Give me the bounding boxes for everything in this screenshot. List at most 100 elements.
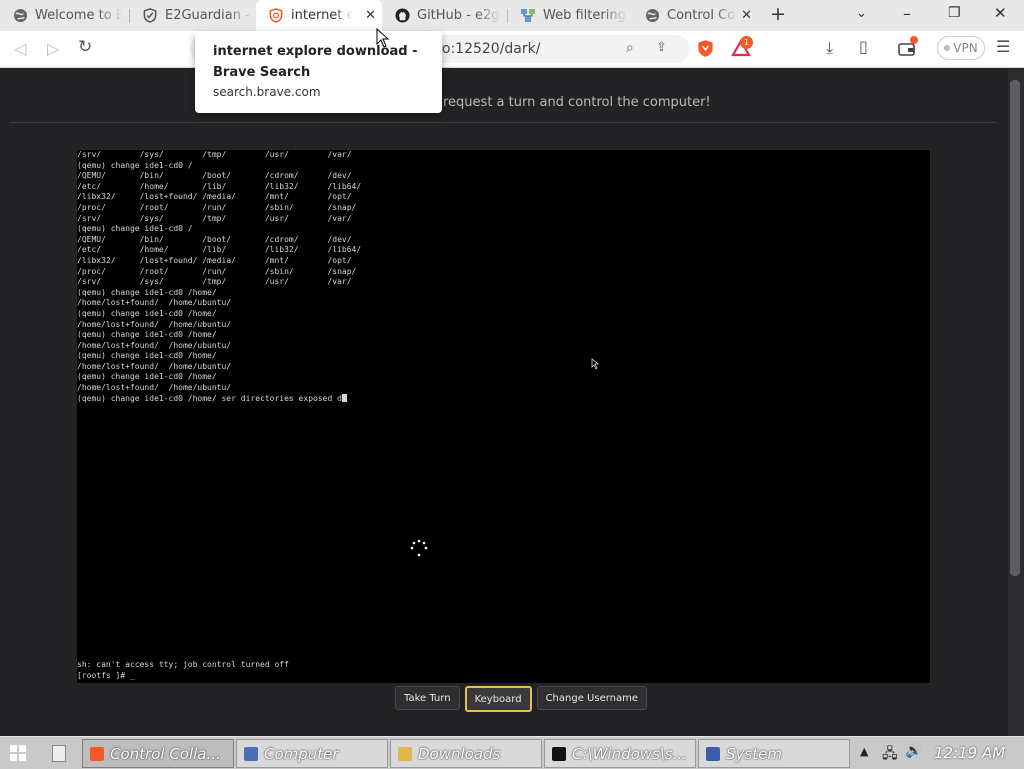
windows-start-icon[interactable] xyxy=(10,745,26,761)
vpn-button[interactable]: VPN xyxy=(937,36,985,60)
tab-welcome[interactable]: Welcome to Brave xyxy=(0,0,128,31)
taskbar-item-system[interactable]: System xyxy=(698,739,850,768)
tab-github[interactable]: GitHub - e2guardian xyxy=(382,0,506,31)
terminal-line: /QEMU/ /bin/ /boot/ /cdrom/ /dev/ xyxy=(77,171,352,181)
restore-icon[interactable]: ❐ xyxy=(948,5,961,21)
vm-controls: Take Turn Keyboard Change Username xyxy=(395,686,648,712)
download-icon[interactable]: ⤓ xyxy=(826,38,833,58)
tab-label: Web filtering software xyxy=(543,8,627,23)
tab-control-collab[interactable]: Control Collab ✕ xyxy=(632,0,758,31)
tab-search-chevron-icon[interactable]: ⌄ xyxy=(856,6,867,21)
terminal-line: /home/lost+found/ /home/ubuntu/ xyxy=(77,361,232,371)
terminal-message: sh: can't access tty; job control turned… xyxy=(77,660,289,669)
browser-toolbar: ◁ ▷ ↻ io:12520/dark/ ⌕ ⇪ 1 ⤓ ▯ VPN ☰ xyxy=(0,31,1024,68)
cmd-icon xyxy=(552,746,566,761)
taskbar-label: System xyxy=(726,744,782,763)
close-tab-icon[interactable]: ✕ xyxy=(365,8,376,23)
brave-rewards-icon[interactable]: 1 xyxy=(731,36,753,61)
terminal-line: /etc/ /home/ /lib/ /lib32/ /lib64/ xyxy=(77,245,362,255)
network-icon xyxy=(520,8,536,24)
take-turn-button[interactable]: Take Turn xyxy=(395,686,460,710)
new-tab-plus-icon[interactable]: + xyxy=(770,3,786,25)
terminal-line: /srv/ /sys/ /tmp/ /usr/ /var/ xyxy=(77,213,352,223)
taskbar-item-cmd[interactable]: C:\Windows\s... xyxy=(544,739,696,768)
network-tray-icon[interactable]: 🖧 xyxy=(882,743,898,767)
tab-internet-explore-download[interactable]: internet explore download ✕ xyxy=(256,0,382,31)
vm-screen[interactable]: /srv/ /sys/ /tmp/ /usr/ /var/ (qemu) cha… xyxy=(77,150,930,683)
minimize-icon[interactable]: – xyxy=(903,4,911,23)
terminal-line: /proc/ /root/ /run/ /sbin/ /snap/ xyxy=(77,202,357,212)
terminal-line: /libx32/ /lost+found/ /media/ /mnt/ /opt… xyxy=(77,255,352,265)
terminal-current-command: (qemu) change ide1-cd0 /home/ ser direct… xyxy=(77,393,342,403)
wallet-icon[interactable] xyxy=(898,36,918,60)
reload-icon[interactable]: ↻ xyxy=(78,37,92,57)
tab-e2guardian[interactable]: E2Guardian - Apache xyxy=(130,0,255,31)
tab-hover-card: internet explore download - Brave Search… xyxy=(195,31,442,113)
vm-mouse-cursor-icon xyxy=(591,355,601,370)
divider xyxy=(10,122,997,123)
terminal-line: /home/lost+found/ /home/ubuntu/ xyxy=(77,298,232,308)
terminal-line: (qemu) change ide1-cd0 /home/ xyxy=(77,372,217,382)
terminal-prompt: [rootfs ]# _ xyxy=(77,670,135,680)
terminal-output: /srv/ /sys/ /tmp/ /usr/ /var/ (qemu) cha… xyxy=(77,150,361,404)
taskbar-label: Downloads xyxy=(418,744,501,763)
rewards-badge: 1 xyxy=(740,36,753,49)
hover-card-title: internet explore download - Brave Search xyxy=(213,44,418,80)
computer-icon xyxy=(244,746,258,761)
tab-label: Control Collab xyxy=(667,8,737,23)
tab-web-filtering[interactable]: Web filtering software xyxy=(508,0,630,31)
folder-icon xyxy=(398,746,412,761)
terminal-line: (qemu) change ide1-cd0 / xyxy=(77,160,193,170)
terminal-line: /home/lost+found/ /home/ubuntu/ xyxy=(77,340,232,350)
keyboard-button[interactable]: Keyboard xyxy=(464,686,532,712)
vpn-status-dot-icon xyxy=(944,45,951,51)
terminal-line: (qemu) change ide1-cd0 / xyxy=(77,224,193,234)
terminal-line: (qemu) change ide1-cd0 /home/ xyxy=(77,330,217,340)
change-username-button[interactable]: Change Username xyxy=(536,686,648,710)
brave-icon xyxy=(90,746,104,761)
terminal-line: /home/lost+found/ /home/ubuntu/ xyxy=(77,383,232,393)
globe-icon xyxy=(644,8,660,24)
terminal-line: /proc/ /root/ /run/ /sbin/ /snap/ xyxy=(77,266,357,276)
terminal-line: (qemu) change ide1-cd0 /home/ xyxy=(77,351,217,361)
turn-banner: request a turn and control the computer! xyxy=(443,95,711,110)
terminal-line: /libx32/ /lost+found/ /media/ /mnt/ /opt… xyxy=(77,192,352,202)
menu-icon[interactable]: ☰ xyxy=(996,37,1010,56)
terminal-line: (qemu) change ide1-cd0 /home/ xyxy=(77,308,217,318)
mouse-pointer-icon xyxy=(376,27,390,52)
brave-search-icon xyxy=(268,8,284,24)
taskbar-item-downloads[interactable]: Downloads xyxy=(390,739,542,768)
brave-shields-icon[interactable] xyxy=(697,39,714,62)
windows-taskbar: Control Colla... Computer Downloads C:\W… xyxy=(0,736,1024,769)
tab-label: Welcome to Brave xyxy=(35,8,123,23)
terminal-line: /home/lost+found/ /home/ubuntu/ xyxy=(77,319,232,329)
system-icon xyxy=(706,746,720,761)
page-scrollbar-thumb[interactable] xyxy=(1010,80,1020,576)
address-text: io:12520/dark/ xyxy=(438,41,541,57)
close-tab-icon[interactable]: ✕ xyxy=(741,8,752,23)
sidebar-icon[interactable]: ▯ xyxy=(859,37,868,56)
shield-icon xyxy=(142,8,158,24)
terminal-line: /QEMU/ /bin/ /boot/ /cdrom/ /dev/ xyxy=(77,234,352,244)
taskbar-label: Control Colla... xyxy=(110,744,221,763)
volume-icon[interactable]: 🔊 xyxy=(905,743,922,759)
loading-spinner-icon xyxy=(410,539,428,557)
tab-strip: Welcome to Brave E2Guardian - Apache int… xyxy=(0,0,1024,31)
clock: 12:19 AM xyxy=(934,744,1006,762)
taskbar-label: C:\Windows\s... xyxy=(572,744,688,763)
taskbar-label: Computer xyxy=(264,744,339,763)
forward-icon[interactable]: ▷ xyxy=(47,39,59,58)
tray-expand-icon[interactable]: ▲ xyxy=(860,745,868,758)
window-close-icon[interactable]: ✕ xyxy=(994,4,1007,22)
taskbar-item-computer[interactable]: Computer xyxy=(236,739,388,768)
zoom-icon[interactable]: ⌕ xyxy=(626,40,634,56)
file-explorer-icon[interactable] xyxy=(52,745,66,762)
text-cursor-icon xyxy=(341,393,347,402)
tab-label: internet explore download xyxy=(291,8,353,23)
wallet-notification-dot xyxy=(910,36,918,44)
hover-card-url: search.brave.com xyxy=(213,85,321,99)
vpn-label: VPN xyxy=(953,41,978,55)
taskbar-item-control-collab[interactable]: Control Colla... xyxy=(82,739,234,768)
back-icon[interactable]: ◁ xyxy=(14,39,26,58)
share-icon[interactable]: ⇪ xyxy=(656,40,667,55)
